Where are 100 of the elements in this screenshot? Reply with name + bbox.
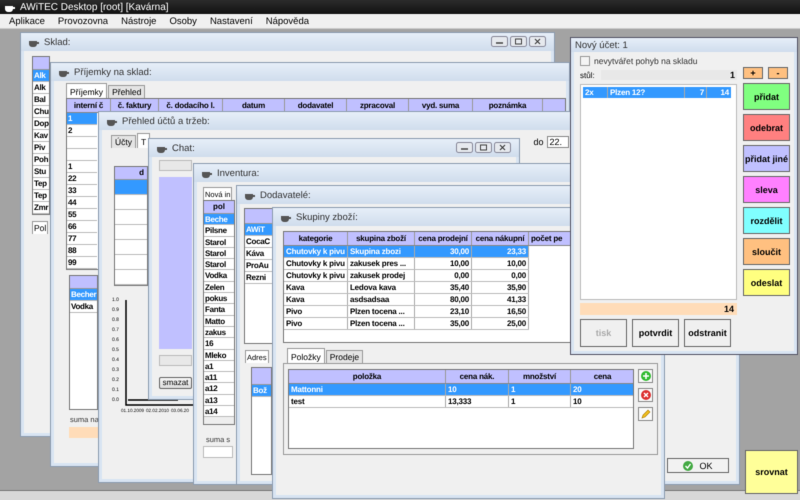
table-row[interactable]: Pivo Plzen tocena ... 35,00 25,00 [284,318,529,330]
tab[interactable]: Příjemky [66,83,108,98]
table-row[interactable]: Vodka [204,270,234,282]
maximize-icon[interactable] [510,36,527,47]
action-button[interactable]: sleva [743,176,790,203]
table-row[interactable]: Fanta [204,304,234,316]
list-item[interactable]: Tep [33,178,49,190]
table-row[interactable]: Kava asdsadsaa 80,00 41,33 [284,294,529,306]
table-row[interactable]: Pilsne [204,225,234,237]
tab[interactable]: Účty [111,135,136,148]
list-item[interactable]: Bal [33,94,49,106]
action-button[interactable]: sloučit [743,238,790,265]
menu-item[interactable]: Nástroje [121,16,156,26]
table-cell: 35,40 [415,282,472,293]
message-field[interactable] [159,355,192,366]
table-cell: 1 [509,396,571,407]
table-row[interactable]: a12 [204,383,234,395]
action-button[interactable]: rozdělit [743,207,790,234]
align-button[interactable]: srovnat [745,450,798,494]
tab[interactable]: Položky [287,348,325,363]
column-header: cena [571,370,633,383]
delete-button[interactable]: smazat [159,376,192,388]
table-row[interactable]: Starol [204,236,234,248]
list-item[interactable]: Zmr [33,202,49,214]
list-item[interactable]: Piv [33,142,49,154]
action-button[interactable]: přidat [743,83,790,110]
table-row[interactable]: zakus [204,326,234,338]
column-header: cena nákupní [472,232,529,245]
window-title: Dodavatelé: [260,190,311,200]
table-row[interactable]: a1 [204,360,234,372]
list-item[interactable]: Dop [33,118,49,130]
action-button[interactable]: odebrat [743,114,790,141]
tab[interactable]: T [137,133,150,148]
menu-item[interactable]: Nápověda [266,16,310,26]
maximize-icon[interactable] [475,142,492,153]
action-button[interactable]: přidat jiné [743,145,790,172]
table-row[interactable]: Starol [204,259,234,270]
list-item[interactable]: Poh [33,154,49,166]
list-item[interactable]: Kav [33,130,49,142]
table-cell: 35,90 [472,282,529,293]
table-cell: Kava [284,282,348,293]
table-row[interactable]: 44 [67,197,97,209]
table-row[interactable]: Starol [204,248,234,260]
list-item[interactable]: Chu [33,106,49,118]
table-row[interactable]: Zelen [204,282,234,294]
menu-item[interactable]: Osoby [169,16,197,26]
plus-button[interactable]: + [743,67,763,79]
action-button[interactable]: potvrdit [632,319,679,347]
table-row[interactable]: Chutovky k pivu zakusek pres ... 10,00 10,00 [284,258,529,270]
table-row[interactable]: 77 [67,233,97,245]
table-row[interactable]: pokus [204,293,234,304]
action-button[interactable]: odstranit [684,319,731,347]
date-field[interactable]: 22. [547,136,569,148]
close-icon[interactable] [529,36,546,47]
input-field[interactable] [159,160,192,171]
close-icon[interactable] [494,142,511,153]
menu-item[interactable]: Nastavení [210,16,253,26]
checkbox[interactable] [580,56,590,66]
minimize-icon[interactable] [491,36,508,47]
list-item[interactable]: Stu [33,166,49,178]
table-row[interactable]: Kava Ledova kava 35,40 35,90 [284,282,529,294]
table-row[interactable]: Chutovky k pivu zakusek prodej 0,00 0,00 [284,270,529,282]
table-row[interactable]: 2 [67,125,97,137]
list-item[interactable]: Tep [33,190,49,202]
table-row[interactable] [115,180,147,195]
pencil-icon[interactable] [638,407,653,421]
minus-button[interactable]: - [768,67,788,79]
window-title: Skupiny zboží: [296,212,358,222]
tab[interactable]: Pol [32,221,48,234]
table-row[interactable]: Pivo Plzen tocena ... 23,10 16,50 [284,306,529,318]
menu-item[interactable]: Provozovna [58,16,108,26]
action-button[interactable]: odeslat [743,269,790,296]
table-row[interactable]: 55 [67,209,97,221]
table-row[interactable]: Matto [204,316,234,327]
scrollbar[interactable] [204,417,234,424]
table-row[interactable]: Mleko [204,350,234,361]
table-row[interactable]: 88 [67,245,97,257]
window-title: Sklad: [44,36,70,48]
minimize-icon[interactable] [456,142,473,153]
table-row[interactable]: a13 [204,394,234,406]
tab[interactable]: Přehled [108,85,146,98]
ok-button[interactable]: OK [667,458,729,473]
table-row[interactable]: 22 [67,173,97,185]
table-row[interactable]: a11 [204,372,234,384]
list-item[interactable]: Alk [33,82,49,94]
add-icon[interactable] [638,369,653,383]
delete-icon[interactable] [638,388,653,402]
tab[interactable]: Prodeje [326,350,364,363]
table-field[interactable]: 1 [600,70,737,80]
table-row[interactable]: 66 [67,221,97,233]
list-item[interactable]: Vodka [70,301,97,313]
table-cell: 10 [571,396,633,407]
table-row[interactable]: test 13,333 1 10 [289,396,633,408]
table-row[interactable]: 1 [67,161,97,173]
table-row[interactable]: 99 [67,257,97,269]
table-cell: 2x [583,87,608,98]
table-row[interactable]: 33 [67,185,97,197]
menu-item[interactable]: Aplikace [9,16,45,26]
table-cell: Mattonni [289,384,446,395]
table-row[interactable]: 16 [204,338,234,350]
